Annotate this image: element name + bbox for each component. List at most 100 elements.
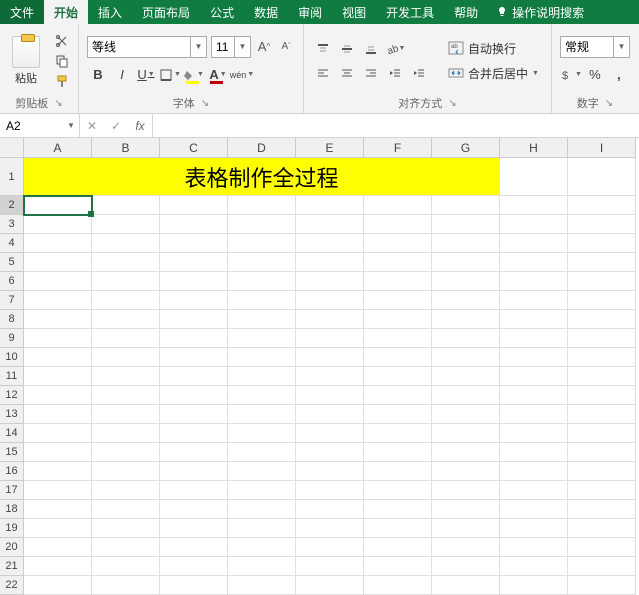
cell[interactable] [500, 253, 568, 272]
cell[interactable] [228, 443, 296, 462]
column-header-A[interactable]: A [24, 138, 92, 158]
cell[interactable] [500, 576, 568, 595]
select-all-corner[interactable] [0, 138, 24, 158]
cell[interactable] [160, 291, 228, 310]
cell[interactable] [432, 519, 500, 538]
row-header-15[interactable]: 15 [0, 443, 24, 462]
cell[interactable] [500, 462, 568, 481]
cell[interactable] [228, 272, 296, 291]
cell[interactable] [432, 500, 500, 519]
cell[interactable] [296, 329, 364, 348]
cell[interactable] [160, 538, 228, 557]
row-header-20[interactable]: 20 [0, 538, 24, 557]
cell[interactable] [24, 291, 92, 310]
cell[interactable] [432, 215, 500, 234]
cell[interactable] [432, 576, 500, 595]
cell[interactable] [500, 519, 568, 538]
cell[interactable] [568, 215, 636, 234]
cell[interactable] [500, 291, 568, 310]
tab-help[interactable]: 帮助 [444, 0, 488, 24]
cell[interactable] [228, 538, 296, 557]
tab-data[interactable]: 数据 [244, 0, 288, 24]
row-header-7[interactable]: 7 [0, 291, 24, 310]
row-header-1[interactable]: 1 [0, 158, 24, 196]
cell[interactable] [500, 481, 568, 500]
cell[interactable] [296, 367, 364, 386]
cell[interactable] [92, 443, 160, 462]
cell[interactable] [160, 196, 228, 215]
cell[interactable] [500, 234, 568, 253]
cell[interactable] [228, 386, 296, 405]
cell[interactable] [432, 481, 500, 500]
copy-button[interactable] [54, 53, 70, 69]
comma-format-button[interactable]: , [608, 64, 630, 86]
cell[interactable] [500, 310, 568, 329]
cell[interactable] [500, 500, 568, 519]
cell[interactable] [92, 348, 160, 367]
cell[interactable] [228, 500, 296, 519]
cell[interactable] [364, 557, 432, 576]
cell[interactable] [24, 500, 92, 519]
cell[interactable] [568, 519, 636, 538]
cell[interactable] [568, 424, 636, 443]
cell[interactable] [568, 234, 636, 253]
decrease-indent-button[interactable] [384, 63, 406, 83]
row-header-2[interactable]: 2 [0, 196, 24, 215]
cell[interactable] [24, 481, 92, 500]
cell[interactable] [500, 272, 568, 291]
cell[interactable] [500, 405, 568, 424]
cell[interactable] [500, 348, 568, 367]
cell[interactable] [432, 253, 500, 272]
tab-review[interactable]: 审阅 [288, 0, 332, 24]
cell[interactable] [160, 481, 228, 500]
cell[interactable] [364, 481, 432, 500]
tab-home[interactable]: 开始 [44, 0, 88, 24]
tab-developer[interactable]: 开发工具 [376, 0, 444, 24]
cell[interactable] [500, 215, 568, 234]
phonetic-guide-button[interactable]: wén▼ [231, 64, 253, 86]
cell[interactable] [432, 291, 500, 310]
cell[interactable] [432, 405, 500, 424]
clipboard-dialog-launcher[interactable]: ↘ [54, 98, 62, 109]
cell[interactable] [92, 405, 160, 424]
cell[interactable] [160, 272, 228, 291]
tab-view[interactable]: 视图 [332, 0, 376, 24]
cell[interactable] [296, 443, 364, 462]
align-top-button[interactable] [312, 39, 334, 59]
cell[interactable] [24, 557, 92, 576]
cell[interactable] [296, 196, 364, 215]
row-header-9[interactable]: 9 [0, 329, 24, 348]
cell[interactable] [296, 310, 364, 329]
paste-button[interactable]: 粘贴 [8, 34, 44, 88]
cell[interactable] [364, 310, 432, 329]
cell[interactable] [364, 443, 432, 462]
cell[interactable] [160, 576, 228, 595]
cell[interactable] [24, 272, 92, 291]
cell[interactable] [364, 367, 432, 386]
cell[interactable] [432, 443, 500, 462]
increase-font-button[interactable]: A^ [255, 38, 273, 56]
cell[interactable] [500, 538, 568, 557]
column-header-D[interactable]: D [228, 138, 296, 158]
cell[interactable] [160, 386, 228, 405]
cell[interactable] [568, 500, 636, 519]
cell[interactable] [500, 424, 568, 443]
cell[interactable] [432, 538, 500, 557]
cell[interactable] [92, 557, 160, 576]
cell[interactable] [364, 329, 432, 348]
cell[interactable] [228, 348, 296, 367]
cell[interactable] [432, 462, 500, 481]
accounting-format-button[interactable]: $▼ [560, 64, 582, 86]
cell[interactable] [160, 500, 228, 519]
cell[interactable] [568, 196, 636, 215]
row-header-17[interactable]: 17 [0, 481, 24, 500]
cell[interactable] [296, 481, 364, 500]
cut-button[interactable] [54, 33, 70, 49]
cell[interactable] [568, 443, 636, 462]
cell[interactable] [296, 386, 364, 405]
cell[interactable] [160, 348, 228, 367]
cell[interactable] [160, 215, 228, 234]
cell[interactable] [160, 310, 228, 329]
cell[interactable] [364, 215, 432, 234]
cell[interactable] [568, 158, 636, 196]
